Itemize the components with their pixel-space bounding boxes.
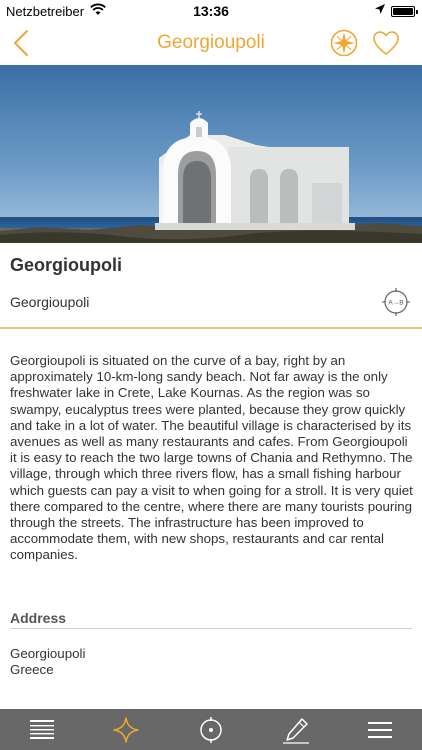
section-divider [0,327,422,329]
route-icon-label: A→B [388,300,403,307]
address-line-2: Greece [10,662,54,677]
address-divider [10,628,412,629]
back-button[interactable] [8,28,38,58]
chevron-left-icon [14,30,28,56]
address-heading: Address [10,610,67,626]
description-text: Georgioupoli is situated on the curve of… [10,353,413,563]
tab-star[interactable] [112,716,140,744]
compass-button[interactable] [330,29,358,57]
list-icon [30,720,54,739]
menu-icon [368,722,392,738]
navigation-bar: Georgioupoli [0,22,422,65]
tab-list[interactable] [28,716,56,744]
route-icon: A→B [382,288,410,316]
battery-icon [391,6,418,17]
heart-outline-icon [373,31,399,55]
clock: 13:36 [193,3,229,19]
tab-pencil[interactable] [282,716,310,744]
tab-target[interactable] [197,716,225,744]
star-icon [113,717,139,743]
favorite-button[interactable] [372,30,400,56]
location-arrow-icon [374,3,386,18]
address-line-1: Georgioupoli [10,646,86,661]
tab-bar [0,709,422,750]
tab-menu[interactable] [366,716,394,744]
target-icon [200,717,222,743]
place-subtitle: Georgioupoli [10,294,90,310]
place-title: Georgioupoli [10,255,122,275]
chapel-photo [0,65,422,243]
compass-icon [330,29,358,57]
pencil-icon [283,718,309,744]
status-bar: Netzbetreiber 13:36 [0,0,422,22]
route-button[interactable]: A→B [382,288,410,316]
page-title: Georgioupoli [157,32,265,53]
hero-image [0,65,422,243]
